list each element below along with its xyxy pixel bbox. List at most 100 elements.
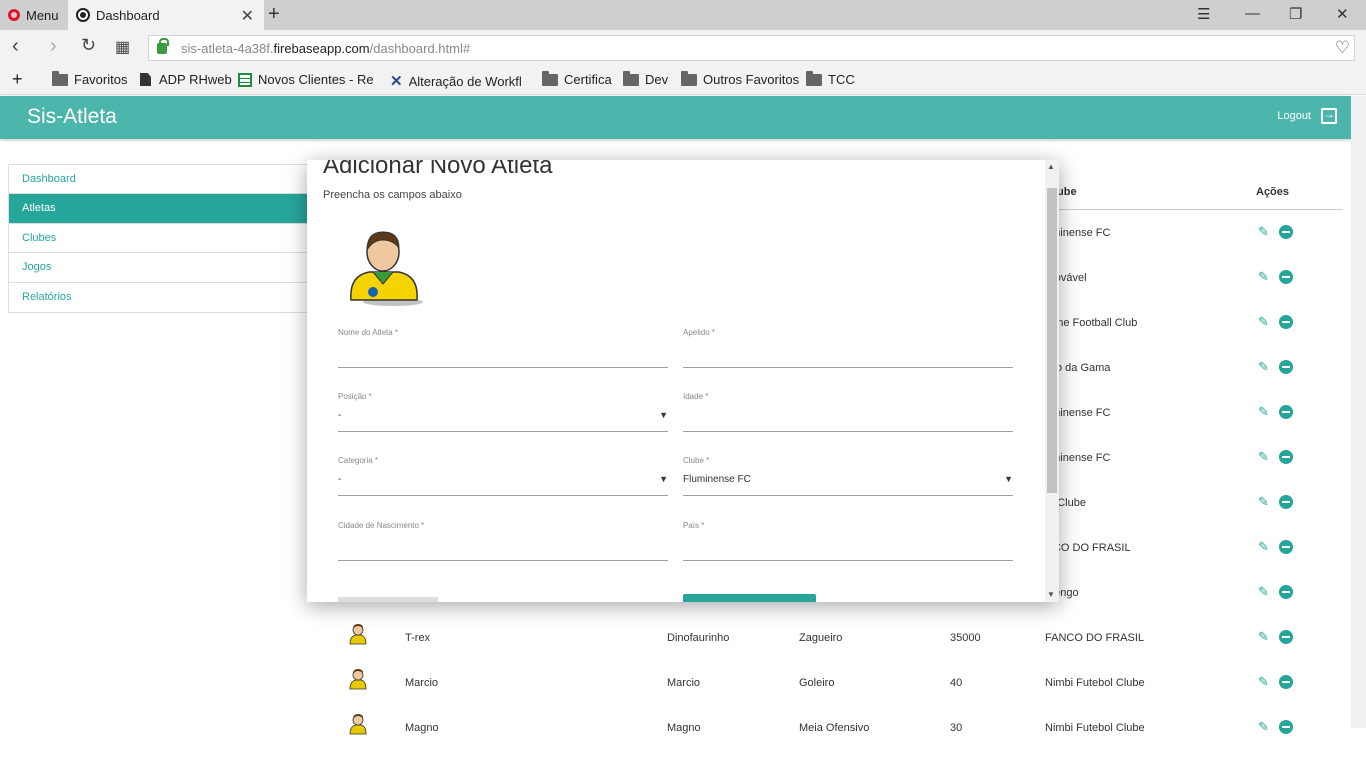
categoria-select[interactable]: Categoria * - ▼ (338, 456, 668, 496)
browser-tab-dashboard[interactable]: Dashboard ✕ (68, 0, 264, 30)
delete-icon[interactable] (1279, 630, 1293, 644)
edit-icon[interactable]: ✎ (1258, 450, 1270, 463)
bookmark-favoritos[interactable]: Favoritos (52, 70, 128, 87)
delete-icon[interactable] (1279, 450, 1293, 464)
athlete-nickname: Dinofaurinho (667, 632, 730, 644)
cancel-button[interactable] (338, 597, 438, 602)
opera-logo-icon (8, 9, 20, 21)
delete-icon[interactable] (1279, 585, 1293, 599)
edit-icon[interactable]: ✎ (1258, 540, 1270, 553)
minimize-icon[interactable]: — (1245, 5, 1260, 22)
delete-icon[interactable] (1279, 495, 1293, 509)
brand-title[interactable]: Sis-Atleta (27, 105, 117, 129)
edit-icon[interactable]: ✎ (1258, 720, 1270, 733)
edit-icon[interactable]: ✎ (1258, 270, 1270, 283)
athlete-thumb-icon (348, 623, 368, 645)
athlete-position: Zagueiro (799, 632, 843, 644)
speed-dial-icon[interactable]: ▦ (115, 37, 130, 57)
bookmark-certifica[interactable]: Certifica (542, 70, 612, 87)
delete-icon[interactable] (1279, 360, 1293, 374)
bookmark-dev[interactable]: Dev (623, 70, 668, 87)
athlete-avatar-icon[interactable] (343, 226, 427, 308)
clube-value: Fluminense FC (683, 474, 751, 485)
scroll-up-icon[interactable]: ▲ (1047, 162, 1055, 171)
add-athlete-modal: Adicionar Novo Atleta Preencha os campos… (307, 160, 1059, 602)
athlete-position: Goleiro (799, 677, 835, 689)
restore-icon[interactable]: ❐ (1289, 5, 1302, 23)
edit-icon[interactable]: ✎ (1258, 585, 1270, 598)
document-icon (140, 73, 151, 86)
bookmark-outros[interactable]: Outros Favoritos (681, 70, 800, 87)
modal-scroll-thumb[interactable] (1047, 188, 1057, 493)
delete-icon[interactable] (1279, 720, 1293, 734)
athlete-name: T-rex (405, 632, 431, 644)
scroll-down-icon[interactable]: ▼ (1047, 590, 1055, 599)
folder-icon (681, 70, 697, 86)
edit-icon[interactable]: ✎ (1258, 630, 1270, 643)
edit-icon[interactable]: ✎ (1258, 315, 1270, 328)
url-field[interactable]: sis-atleta-4a38f. firebaseapp.com /dashb… (148, 35, 1355, 61)
delete-icon[interactable] (1279, 675, 1293, 689)
page-scrollbar[interactable] (1351, 96, 1366, 728)
opera-menu-button[interactable]: Menu (0, 0, 68, 30)
delete-icon[interactable] (1279, 270, 1293, 284)
categoria-value: - (338, 474, 342, 485)
bookmark-alteracao[interactable]: ✕ Alteração de Workflo (390, 72, 522, 90)
bookmark-label: Novos Clientes - Redc (258, 72, 373, 87)
bookmarks-bar: + Favoritos ADP RHweb Novos Clientes - R… (0, 66, 1366, 95)
athlete-position: Meia Ofensivo (799, 722, 870, 734)
athlete-age: 40 (950, 677, 963, 689)
column-header-clube: ube (1057, 186, 1077, 198)
bookmark-novos-clientes[interactable]: Novos Clientes - Redc (238, 72, 373, 87)
tab-menu-icon[interactable]: ☰ (1197, 5, 1210, 23)
apelido-field[interactable]: Apelido * (683, 328, 1013, 368)
cidade-nascimento-field[interactable]: Cidade de Nascimento * (338, 521, 668, 561)
folder-icon (52, 70, 68, 86)
logout-button[interactable]: Logout (1277, 107, 1337, 124)
edit-icon[interactable]: ✎ (1258, 225, 1270, 238)
table-row: T-rex Dinofaurinho Zagueiro 35000 FANCO DO F… (0, 623, 1351, 668)
modal-subtitle: Preencha os campos abaixo (323, 189, 462, 201)
athlete-club: Nimbi Futebol Clube (1045, 677, 1145, 689)
bookmark-tcc[interactable]: TCC (806, 70, 855, 87)
delete-icon[interactable] (1279, 315, 1293, 329)
delete-icon[interactable] (1279, 405, 1293, 419)
modal-scrollbar[interactable]: ▲ ▼ (1045, 160, 1059, 602)
sidebar-item-dashboard[interactable]: Dashboard (9, 165, 307, 195)
save-button[interactable] (683, 594, 816, 602)
caret-down-icon: ▼ (1004, 474, 1013, 484)
pais-label: País * (683, 521, 705, 530)
athlete-club: Nimbi Futebol Clube (1045, 722, 1145, 734)
bookmark-label: Alteração de Workflo (408, 73, 522, 89)
close-window-icon[interactable]: ✕ (1336, 5, 1349, 23)
posicao-select[interactable]: Posição * - ▼ (338, 392, 668, 432)
forward-icon[interactable]: › (50, 35, 57, 58)
athlete-name: Marcio (405, 677, 439, 689)
bookmark-label: Outros Favoritos (703, 72, 800, 87)
close-tab-icon[interactable]: ✕ (241, 6, 254, 26)
athlete-club: FANCO DO FRASIL (1045, 632, 1145, 644)
add-bookmark-icon[interactable]: + (12, 69, 23, 90)
bookmark-adp[interactable]: ADP RHweb (140, 72, 232, 87)
delete-icon[interactable] (1279, 225, 1293, 239)
clube-select[interactable]: Clube * Fluminense FC ▼ (683, 456, 1013, 496)
nome-atleta-field[interactable]: Nome do Atleta * (338, 328, 668, 368)
reload-icon[interactable]: ↻ (81, 35, 96, 56)
new-tab-icon[interactable]: + (268, 3, 280, 26)
bookmark-label: Favoritos (74, 72, 128, 87)
url-domain: firebaseapp.com (273, 40, 370, 56)
edit-icon[interactable]: ✎ (1258, 360, 1270, 373)
athlete-thumb-icon (348, 713, 368, 735)
back-icon[interactable]: ‹ (12, 35, 19, 58)
edit-icon[interactable]: ✎ (1258, 405, 1270, 418)
pais-field[interactable]: País * (683, 521, 1013, 561)
idade-field[interactable]: Idade * (683, 392, 1013, 432)
edit-icon[interactable]: ✎ (1258, 675, 1270, 688)
heart-icon[interactable]: ♡ (1335, 38, 1350, 58)
edit-icon[interactable]: ✎ (1258, 495, 1270, 508)
athlete-nickname: Magno (667, 722, 701, 734)
apelido-label: Apelido * (683, 328, 716, 337)
delete-icon[interactable] (1279, 540, 1293, 554)
idade-label: Idade * (683, 392, 709, 401)
logout-label: Logout (1277, 110, 1311, 122)
